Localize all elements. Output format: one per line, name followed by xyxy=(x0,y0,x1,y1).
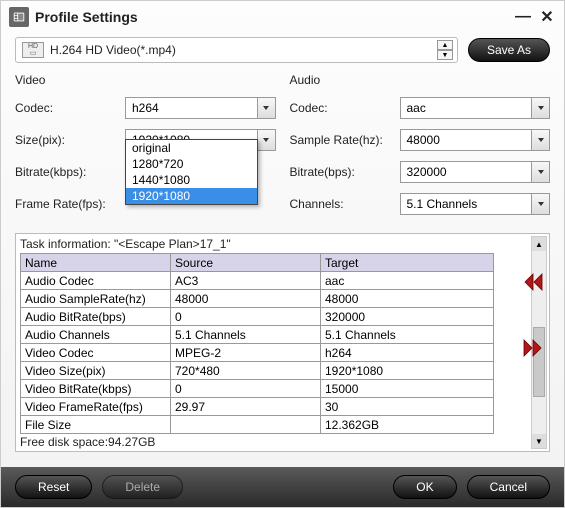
video-size-dropdown[interactable]: original 1280*720 1440*1080 1920*1080 xyxy=(125,139,258,205)
chevron-up-icon[interactable]: ▲ xyxy=(437,40,453,50)
save-as-button[interactable]: Save As xyxy=(468,38,550,62)
ok-button[interactable]: OK xyxy=(393,475,456,499)
prev-button[interactable] xyxy=(520,271,546,293)
chevron-down-icon[interactable] xyxy=(531,194,549,214)
chevron-down-icon[interactable]: ▼ xyxy=(437,50,453,60)
table-cell: 48000 xyxy=(321,290,494,308)
table-cell: Video Codec xyxy=(21,344,171,362)
bottom-toolbar: Reset Delete OK Cancel xyxy=(1,467,564,507)
table-cell: MPEG-2 xyxy=(171,344,321,362)
task-table: Name Source Target Audio CodecAC3aacAudi… xyxy=(20,253,494,434)
chevron-down-icon[interactable] xyxy=(257,130,275,150)
table-cell: Audio Channels xyxy=(21,326,171,344)
table-row: Video BitRate(kbps)015000 xyxy=(21,380,494,398)
chevron-down-icon[interactable] xyxy=(531,98,549,118)
profile-spinner[interactable]: ▲ ▼ xyxy=(437,40,453,60)
dropdown-option-selected[interactable]: 1920*1080 xyxy=(126,188,257,204)
audio-codec-label: Codec: xyxy=(290,101,400,115)
task-info-title: Task information: "<Escape Plan>17_1" xyxy=(20,237,545,251)
minimize-button[interactable]: — xyxy=(514,8,532,26)
table-cell: 1920*1080 xyxy=(321,362,494,380)
format-icon: HD▭ xyxy=(22,42,44,58)
table-cell: 5.1 Channels xyxy=(171,326,321,344)
chevron-down-icon[interactable] xyxy=(257,98,275,118)
video-size-label: Size(pix): xyxy=(15,133,125,147)
table-cell: 720*480 xyxy=(171,362,321,380)
video-framerate-label: Frame Rate(fps): xyxy=(15,197,125,211)
cancel-button[interactable]: Cancel xyxy=(467,475,550,499)
table-cell: Audio BitRate(bps) xyxy=(21,308,171,326)
table-cell: 48000 xyxy=(171,290,321,308)
table-cell: 320000 xyxy=(321,308,494,326)
free-disk-text: Free disk space:94.27GB xyxy=(20,435,545,449)
table-header: Target xyxy=(321,254,494,272)
next-button[interactable] xyxy=(520,337,546,359)
table-row: Video CodecMPEG-2h264 xyxy=(21,344,494,362)
table-cell: Video Size(pix) xyxy=(21,362,171,380)
audio-channels-label: Channels: xyxy=(290,197,400,211)
table-cell: aac xyxy=(321,272,494,290)
scroll-down-icon[interactable]: ▼ xyxy=(532,434,546,448)
chevron-down-icon[interactable] xyxy=(531,162,549,182)
window: Profile Settings — ✕ HD▭ H.264 HD Video(… xyxy=(0,0,565,508)
table-row: Audio Channels5.1 Channels5.1 Channels xyxy=(21,326,494,344)
app-icon xyxy=(9,7,29,27)
video-bitrate-label: Bitrate(kbps): xyxy=(15,165,125,179)
titlebar: Profile Settings — ✕ xyxy=(1,1,564,33)
reset-button[interactable]: Reset xyxy=(15,475,92,499)
audio-bitrate-label: Bitrate(bps): xyxy=(290,165,400,179)
task-info-panel: Task information: "<Escape Plan>17_1" Na… xyxy=(15,233,550,452)
table-row: Video Size(pix)720*4801920*1080 xyxy=(21,362,494,380)
table-cell: File Size xyxy=(21,416,171,434)
table-cell xyxy=(171,416,321,434)
table-cell: Audio SampleRate(hz) xyxy=(21,290,171,308)
table-row: Audio SampleRate(hz)4800048000 xyxy=(21,290,494,308)
table-cell: Audio Codec xyxy=(21,272,171,290)
chevron-down-icon[interactable] xyxy=(531,130,549,150)
audio-samplerate-select[interactable]: 48000 xyxy=(400,129,551,151)
audio-codec-select[interactable]: aac xyxy=(400,97,551,119)
table-header: Name xyxy=(21,254,171,272)
table-header: Source xyxy=(171,254,321,272)
table-cell: 15000 xyxy=(321,380,494,398)
profile-select-text: H.264 HD Video(*.mp4) xyxy=(50,43,431,57)
table-cell: AC3 xyxy=(171,272,321,290)
table-cell: 12.362GB xyxy=(321,416,494,434)
video-section-title: Video xyxy=(15,73,276,87)
audio-channels-select[interactable]: 5.1 Channels xyxy=(400,193,551,215)
audio-samplerate-label: Sample Rate(hz): xyxy=(290,133,400,147)
table-row: File Size 12.362GB xyxy=(21,416,494,434)
table-cell: 5.1 Channels xyxy=(321,326,494,344)
profile-select[interactable]: HD▭ H.264 HD Video(*.mp4) ▲ ▼ xyxy=(15,37,458,63)
delete-button[interactable]: Delete xyxy=(102,475,183,499)
audio-bitrate-select[interactable]: 320000 xyxy=(400,161,551,183)
table-cell: 29.97 xyxy=(171,398,321,416)
dropdown-option[interactable]: 1440*1080 xyxy=(126,172,257,188)
audio-section: Audio Codec: aac Sample Rate(hz): 48000 … xyxy=(290,73,551,225)
table-cell: h264 xyxy=(321,344,494,362)
video-codec-label: Codec: xyxy=(15,101,125,115)
table-row: Audio CodecAC3aac xyxy=(21,272,494,290)
scroll-up-icon[interactable]: ▲ xyxy=(532,237,546,251)
table-row: Audio BitRate(bps)0320000 xyxy=(21,308,494,326)
settings-area: Video Codec: h264 Size(pix): 1920*1080 B… xyxy=(1,71,564,231)
window-title: Profile Settings xyxy=(35,9,508,25)
table-cell: Video BitRate(kbps) xyxy=(21,380,171,398)
audio-section-title: Audio xyxy=(290,73,551,87)
table-cell: Video FrameRate(fps) xyxy=(21,398,171,416)
close-button[interactable]: ✕ xyxy=(538,8,556,26)
table-cell: 0 xyxy=(171,308,321,326)
profile-row: HD▭ H.264 HD Video(*.mp4) ▲ ▼ Save As xyxy=(1,33,564,71)
video-codec-select[interactable]: h264 xyxy=(125,97,276,119)
table-cell: 30 xyxy=(321,398,494,416)
table-row: Video FrameRate(fps)29.9730 xyxy=(21,398,494,416)
dropdown-option[interactable]: original xyxy=(126,140,257,156)
dropdown-option[interactable]: 1280*720 xyxy=(126,156,257,172)
table-cell: 0 xyxy=(171,380,321,398)
